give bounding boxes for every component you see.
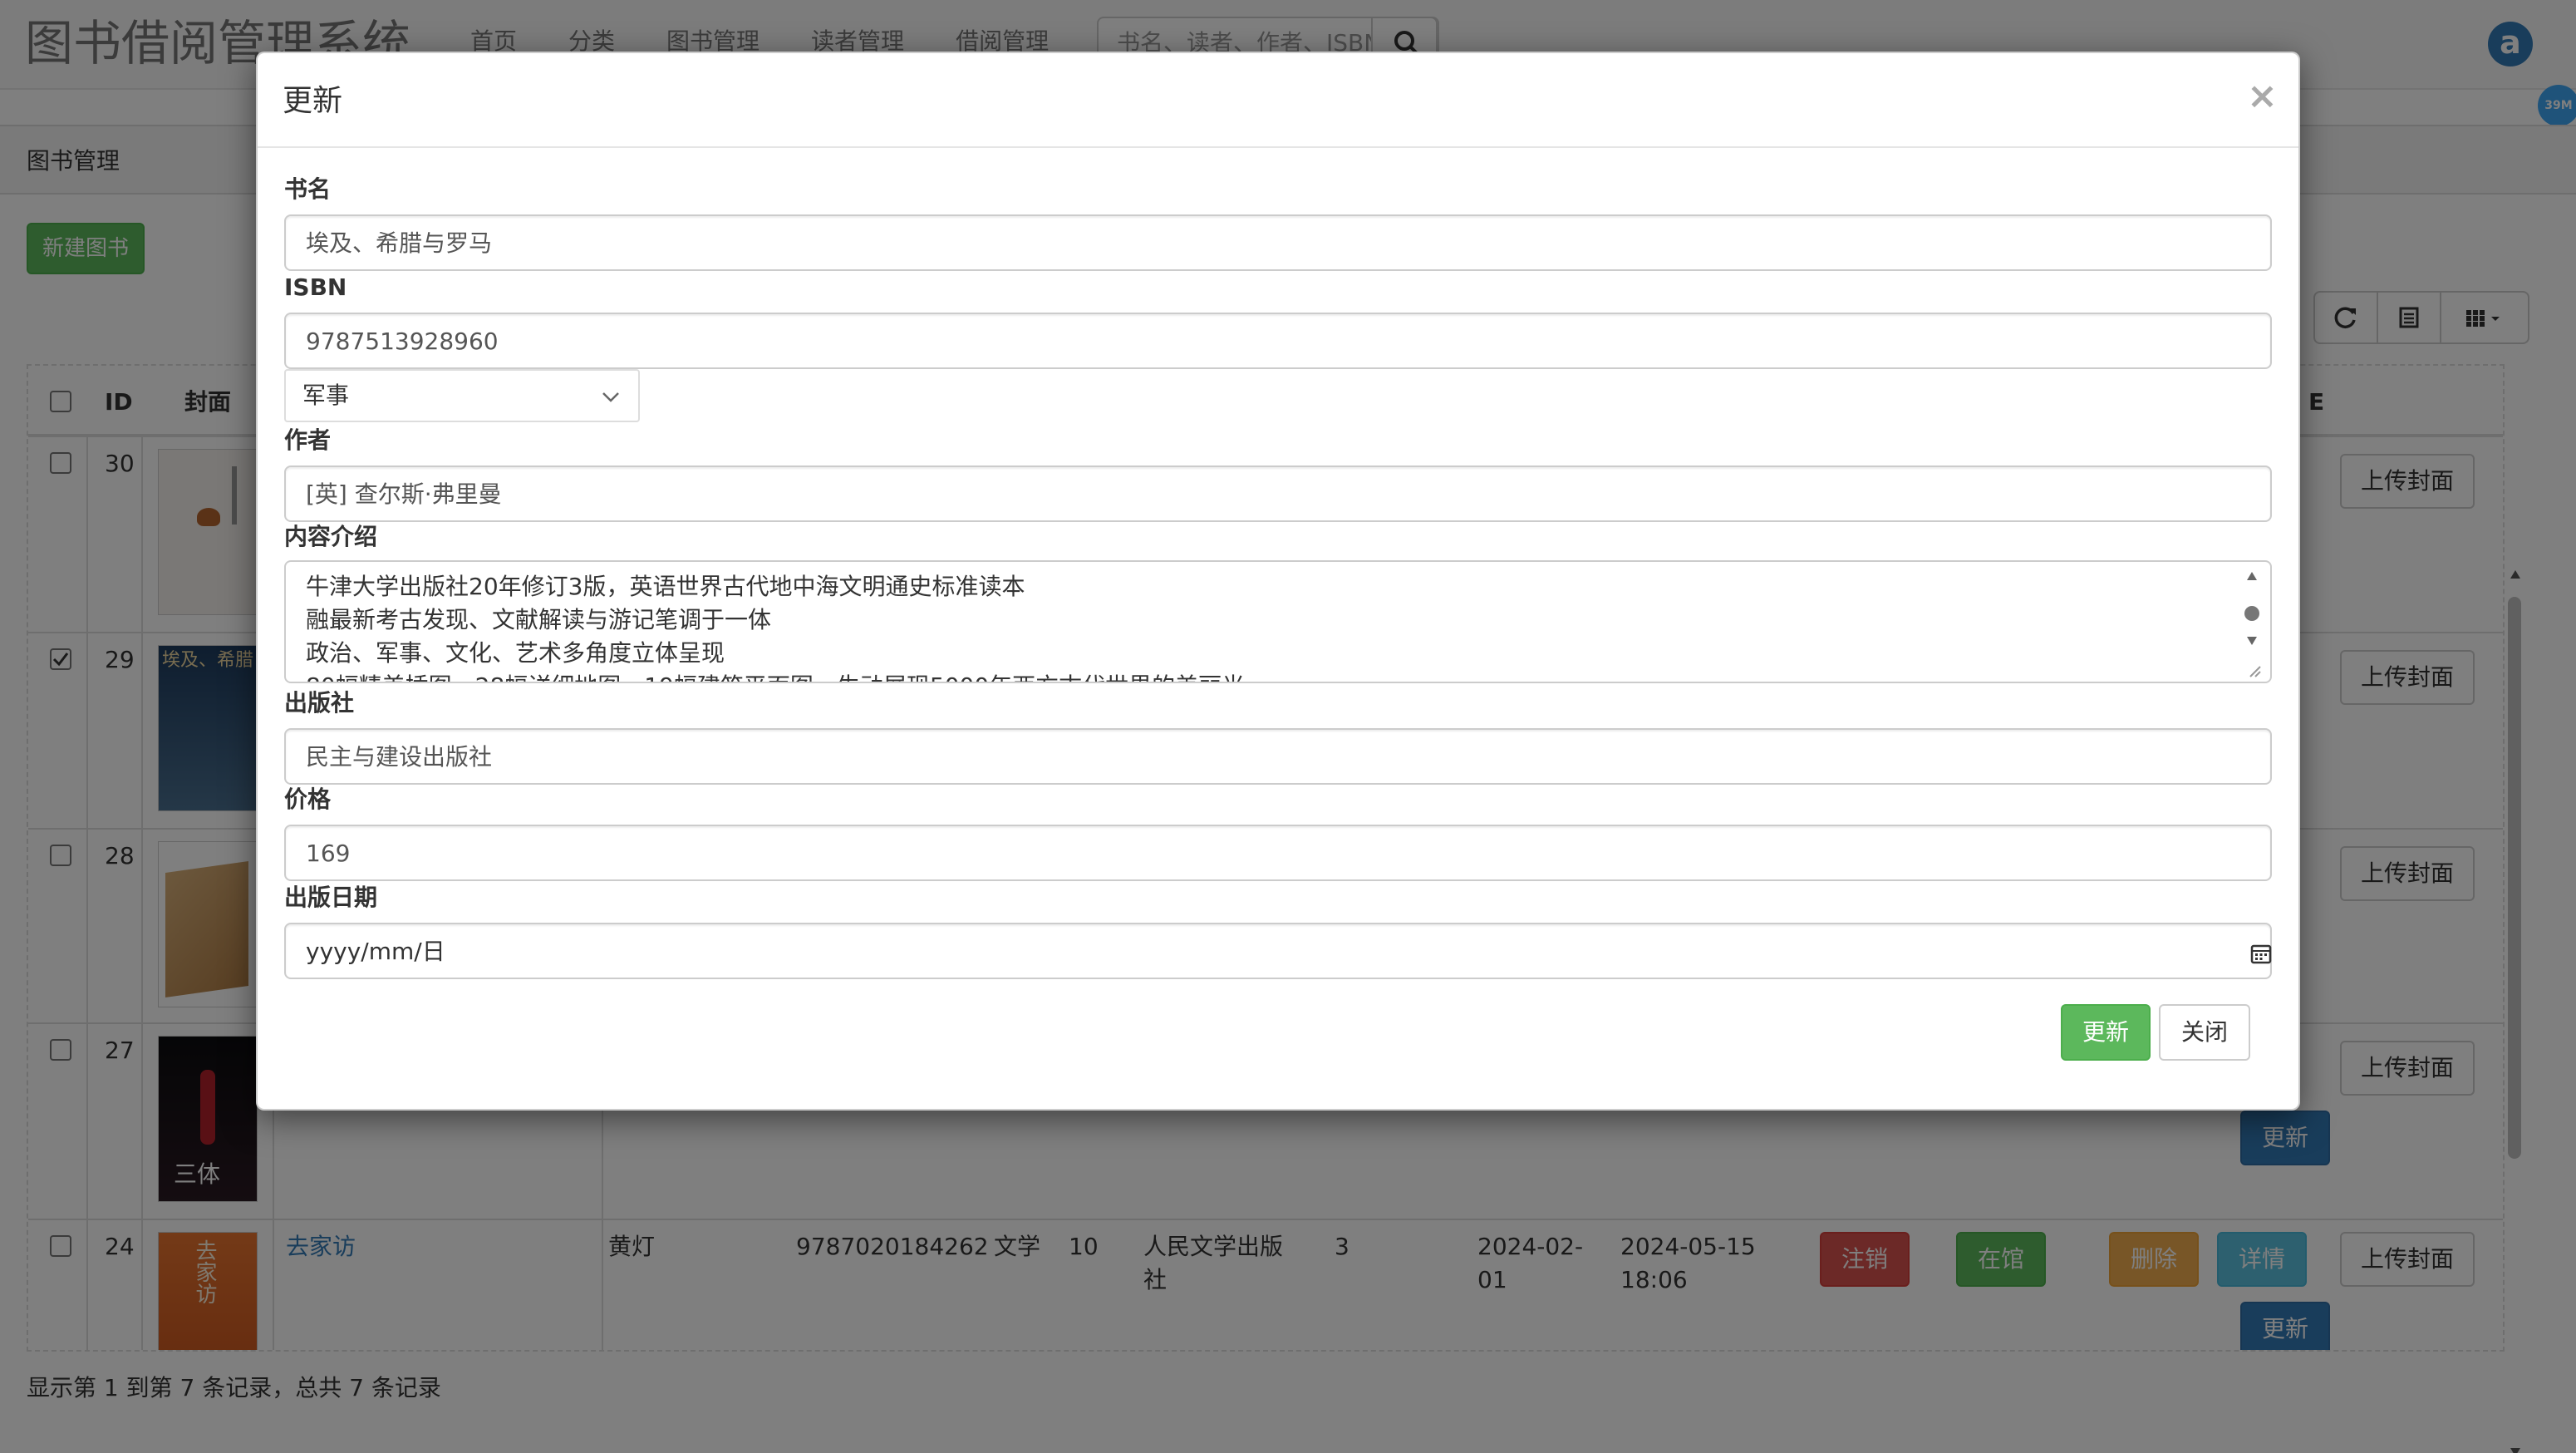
intro-textarea[interactable]: 牛津大学出版社20年修订3版，英语世界古代地中海文明通史标准读本 融最新考古发现… [284,560,2272,683]
date-input[interactable]: yyyy/mm/日 [284,923,2272,979]
author-label: 作者 [284,426,332,454]
modal-close-button[interactable]: 关闭 [2159,1004,2250,1061]
category-select[interactable]: 军事 [284,369,640,422]
price-value: 169 [306,840,351,867]
intro-label: 内容介绍 [284,523,378,550]
modal-header: 更新 × [258,53,2298,148]
author-input[interactable]: [英] 查尔斯·弗里曼 [284,465,2272,522]
modal-title: 更新 [283,84,343,118]
isbn-input[interactable]: 9787513928960 [284,313,2272,369]
isbn-value: 9787513928960 [306,328,499,355]
textarea-scrollbar[interactable] [2240,565,2264,680]
name-label: 书名 [284,175,332,203]
calendar-icon[interactable] [2250,943,2272,964]
intro-text: 牛津大学出版社20年修订3版，英语世界古代地中海文明通史标准读本 融最新考古发现… [306,573,1245,682]
date-placeholder: yyyy/mm/日 [306,938,445,965]
category-value: 军事 [302,382,350,409]
author-value: [英] 查尔斯·弗里曼 [306,480,502,508]
publisher-input[interactable]: 民主与建设出版社 [284,728,2272,785]
date-label: 出版日期 [284,884,378,911]
price-input[interactable]: 169 [284,825,2272,881]
name-value: 埃及、希腊与罗马 [306,229,493,257]
modal-update-button[interactable]: 更新 [2061,1004,2151,1061]
close-icon[interactable]: × [2247,71,2278,121]
update-book-modal: 更新 × 书名 埃及、希腊与罗马 ISBN 9787513928960 军事 作… [256,52,2300,1111]
publisher-label: 出版社 [284,689,355,717]
isbn-label: ISBN [284,273,347,301]
chevron-down-icon [602,392,619,402]
price-label: 价格 [284,786,332,813]
name-input[interactable]: 埃及、希腊与罗马 [284,214,2272,271]
publisher-value: 民主与建设出版社 [306,743,493,771]
